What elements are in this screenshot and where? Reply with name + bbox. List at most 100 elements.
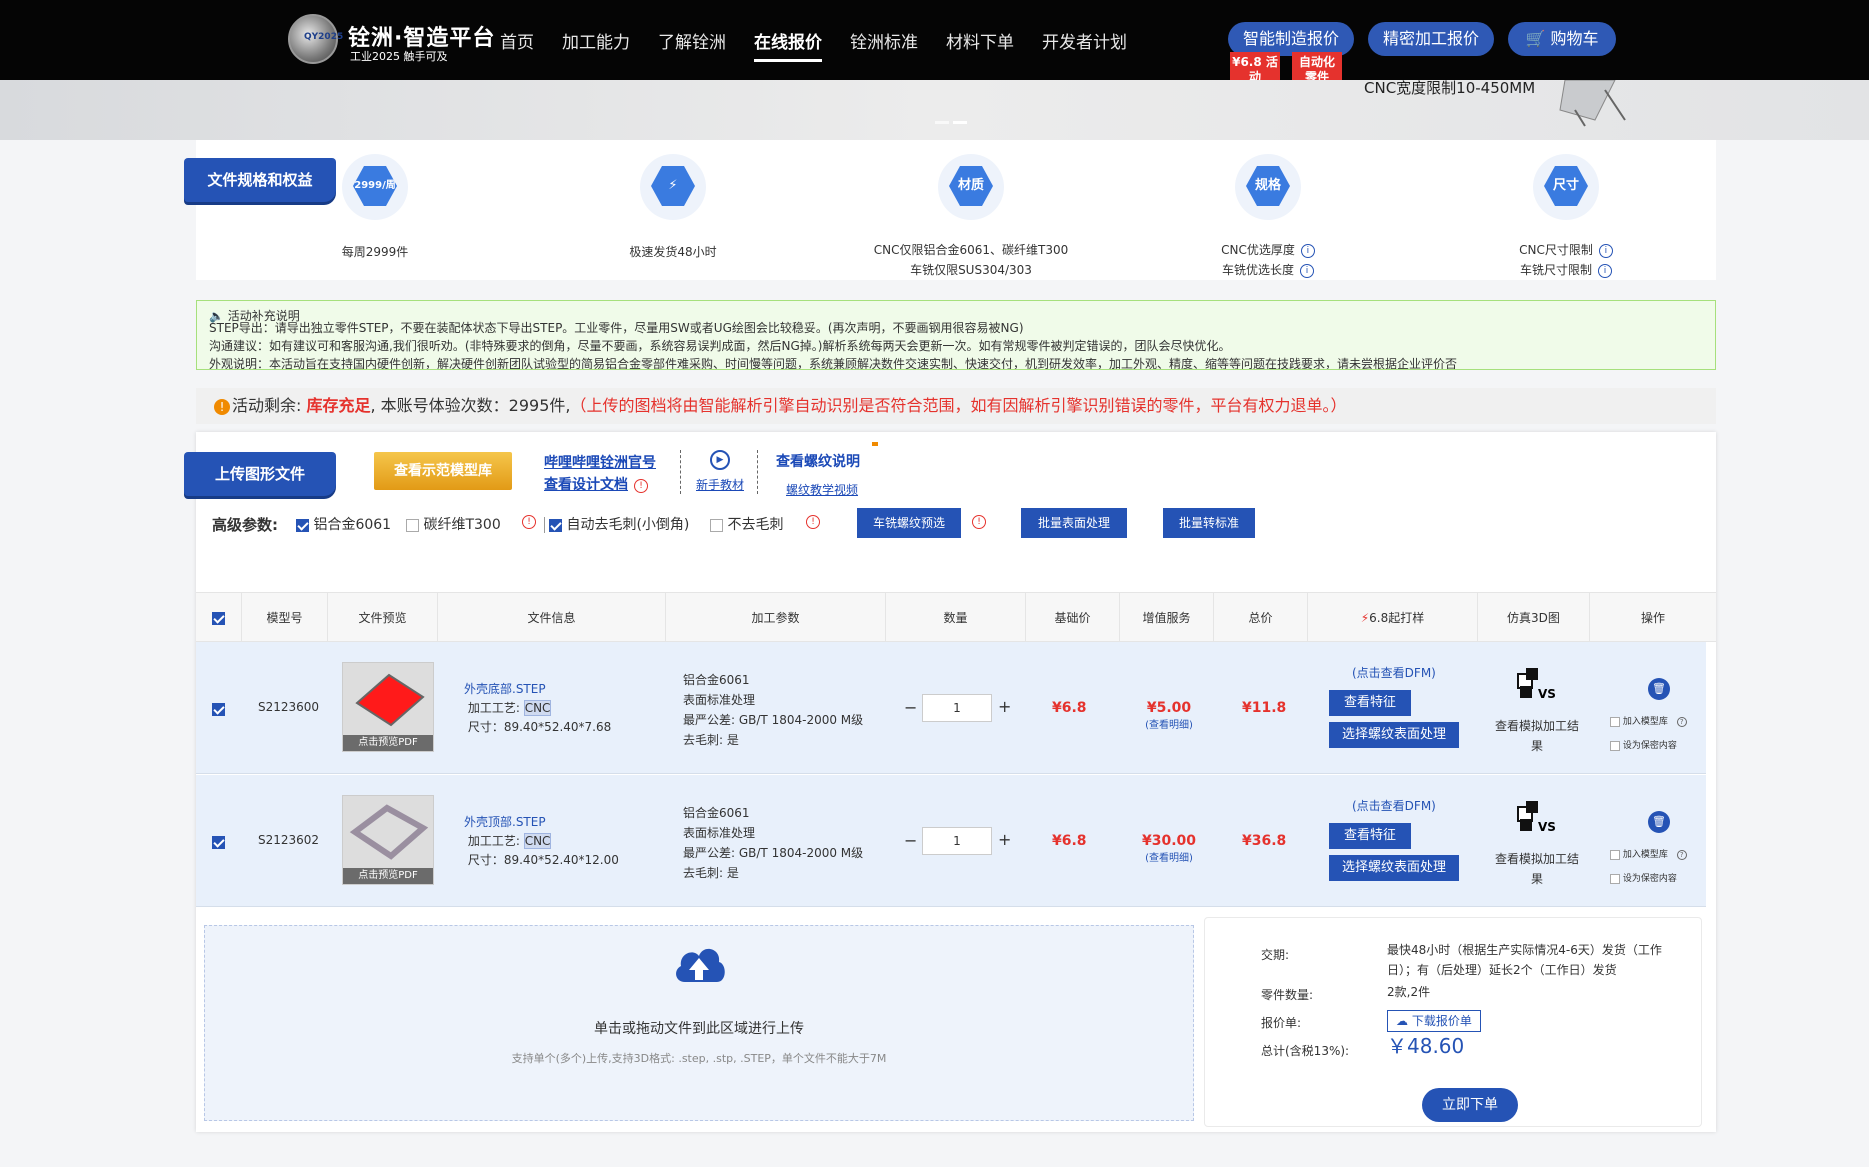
cart-label: 购物车 (1550, 29, 1599, 48)
info-icon-carbon[interactable]: ! (516, 514, 536, 530)
cart-button[interactable]: 🛒 购物车 (1508, 22, 1616, 56)
nav-standards[interactable]: 铨洲标准 (850, 28, 918, 62)
service-detail-link[interactable]: (查看明细) (1122, 716, 1216, 731)
cloud-upload-icon (676, 948, 725, 982)
svg-text:VS: VS (1538, 687, 1556, 701)
place-order-button[interactable]: 立即下单 (1422, 1088, 1518, 1122)
simulation-link[interactable]: 查看模拟加工结果 (1492, 716, 1582, 756)
info-icon[interactable]: i (1598, 243, 1613, 258)
col-actions: 操作 (1640, 611, 1665, 625)
batch-surface-button[interactable]: 批量表面处理 (1021, 508, 1127, 538)
quantity-stepper[interactable]: − 1 + (904, 827, 1011, 855)
set-confidential[interactable]: 设为保密内容 (1610, 871, 1677, 884)
process-params: 铝合金6061 表面标准处理 最严公差: GB/T 1804-2000 M级 去毛刺:… (683, 806, 864, 880)
opt-aluminum[interactable]: 铝合金6061 (296, 514, 391, 534)
simulation-vs-icon[interactable]: VS (1514, 801, 1556, 835)
remain-warning: （上传的图档将由智能解析引擎自动识别是否符合范围，如有因解析引擎识别错误的零件，… (570, 396, 1347, 415)
simulation-vs-icon[interactable]: VS (1514, 668, 1556, 702)
opt-carbon[interactable]: 碳纤维T300 (406, 514, 501, 534)
view-feature-button[interactable]: 查看特征 (1329, 690, 1411, 716)
feature-material: 材质 CNC仅限铝合金6061、碳纤维T300 车铣仅限SUS304/303 (861, 154, 1081, 280)
quantity-stepper[interactable]: − 1 + (904, 694, 1011, 722)
service-price: ¥5.00 (查看明细) (1122, 700, 1216, 731)
main-nav: 首页 加工能力 了解铨洲 在线报价 铨洲标准 材料下单 开发者计划 (500, 28, 1155, 62)
file-name[interactable]: 外壳顶部.STEP (464, 813, 619, 832)
checkbox[interactable] (406, 518, 419, 532)
dropzone-hint: 支持单个(多个)上传,支持3D格式: .step, .stp, .STEP，单个… (511, 1052, 887, 1065)
nav-developer[interactable]: 开发者计划 (1042, 28, 1127, 62)
minus-button[interactable]: − (904, 831, 917, 850)
quantity-input[interactable]: 1 (922, 827, 992, 855)
base-price: ¥6.8 (1052, 700, 1087, 716)
info-icon[interactable]: i (1300, 263, 1314, 278)
weekly-quota-icon: 2999/周 (342, 154, 408, 220)
add-to-library[interactable]: 加入模型库 ? (1610, 714, 1687, 727)
svg-text:VS: VS (1538, 820, 1556, 834)
feature-fast-ship: ⚡ 极速发货48小时 (563, 154, 783, 262)
activity-notice: 🔈 活动补充说明 STEP导出：请导出独立零件STEP，不要在装配体状态下导出S… (196, 300, 1716, 370)
checkbox[interactable] (549, 518, 562, 532)
remain-prefix: 活动剩余: (232, 396, 307, 415)
opt-deburr[interactable]: 自动去毛刺(小倒角) (544, 514, 689, 534)
dfm-link[interactable]: (点击查看DFM) (1352, 797, 1436, 814)
demo-library-button[interactable]: 查看示范模型库 (374, 452, 512, 490)
brand-logo[interactable]: QY2025 (288, 14, 343, 64)
plus-button[interactable]: + (998, 830, 1011, 849)
file-info: 外壳顶部.STEP 加工工艺: CNC 尺寸：89.40*52.40*12.00 (464, 813, 619, 867)
minus-button[interactable]: − (904, 698, 917, 717)
set-confidential[interactable]: 设为保密内容 (1610, 738, 1677, 751)
select-all-cell[interactable] (196, 593, 242, 643)
row-checkbox[interactable] (212, 836, 225, 849)
design-doc-link[interactable]: 查看设计文档! (544, 474, 648, 494)
checkbox[interactable] (296, 518, 309, 532)
row-checkbox[interactable] (212, 703, 225, 716)
thread-explain-link[interactable]: 查看螺纹说明 (776, 451, 860, 471)
plus-button[interactable]: + (998, 697, 1011, 716)
brand-subtitle: 工业2025 触手可及 (350, 50, 448, 63)
upload-dropzone[interactable]: 单击或拖动文件到此区域进行上传 支持单个(多个)上传,支持3D格式: .step… (204, 925, 1194, 1121)
nav-capability[interactable]: 加工能力 (562, 28, 630, 62)
material-icon: 材质 (938, 154, 1004, 220)
col-preview: 文件预览 (328, 593, 438, 643)
row-total: ¥11.8 (1242, 700, 1287, 716)
dfm-link[interactable]: (点击查看DFM) (1352, 664, 1436, 681)
view-feature-button[interactable]: 查看特征 (1329, 823, 1411, 849)
smart-quote-button[interactable]: 智能制造报价 (1228, 22, 1354, 56)
thread-surface-button[interactable]: 选择螺纹表面处理 (1329, 855, 1459, 881)
count-value: 2款,2件 (1387, 985, 1431, 999)
info-icon-thread[interactable]: ! (966, 514, 986, 530)
nav-about[interactable]: 了解铨洲 (658, 28, 726, 62)
simulation-link[interactable]: 查看模拟加工结果 (1492, 849, 1582, 889)
preview-thumbnail[interactable]: 点击预览PDF (342, 662, 434, 752)
nav-home[interactable]: 首页 (500, 28, 534, 62)
checkbox[interactable] (710, 518, 723, 532)
add-to-library[interactable]: 加入模型库 ? (1610, 847, 1687, 860)
thread-video-link[interactable]: 螺纹教学视频 (786, 481, 858, 498)
precise-quote-button[interactable]: 精密加工报价 (1368, 22, 1494, 56)
part-frame-icon (349, 804, 429, 860)
quantity-input[interactable]: 1 (922, 694, 992, 722)
nav-materials[interactable]: 材料下单 (946, 28, 1014, 62)
delete-icon[interactable]: 🗑 (1648, 811, 1670, 833)
info-icon[interactable]: i (1300, 243, 1315, 258)
thread-preselect-button[interactable]: 车铣螺纹预选 (857, 508, 961, 538)
service-detail-link[interactable]: (查看明细) (1122, 849, 1216, 864)
opt-no-deburr[interactable]: 不去毛刺 (710, 514, 783, 534)
file-name[interactable]: 外壳底部.STEP (464, 680, 611, 699)
count-label: 零件数量: (1261, 988, 1314, 1002)
bilibili-link[interactable]: 哔哩哔哩铨洲官号 (544, 452, 656, 472)
info-icon-deburr[interactable]: ! (800, 514, 820, 530)
thread-surface-button[interactable]: 选择螺纹表面处理 (1329, 722, 1459, 748)
delete-icon[interactable]: 🗑 (1648, 678, 1670, 700)
col-file-info: 文件信息 (438, 593, 666, 643)
info-icon[interactable]: i (1598, 263, 1612, 278)
nav-online-quote[interactable]: 在线报价 (754, 28, 822, 62)
page-root: QY2025 铨洲·智造平台 工业2025 触手可及 首页 加工能力 了解铨洲 … (0, 0, 1869, 1167)
download-quote-button[interactable]: ☁ 下载报价单 (1387, 1010, 1481, 1032)
col-sim3d: 仿真3D图 (1478, 593, 1590, 643)
banner-carousel-dots[interactable] (935, 113, 975, 124)
select-all-checkbox[interactable] (212, 612, 225, 625)
newbie-guide[interactable]: ▶ 新手教材 (695, 450, 745, 493)
batch-standard-button[interactable]: 批量转标准 (1163, 508, 1255, 538)
preview-thumbnail[interactable]: 点击预览PDF (342, 795, 434, 885)
